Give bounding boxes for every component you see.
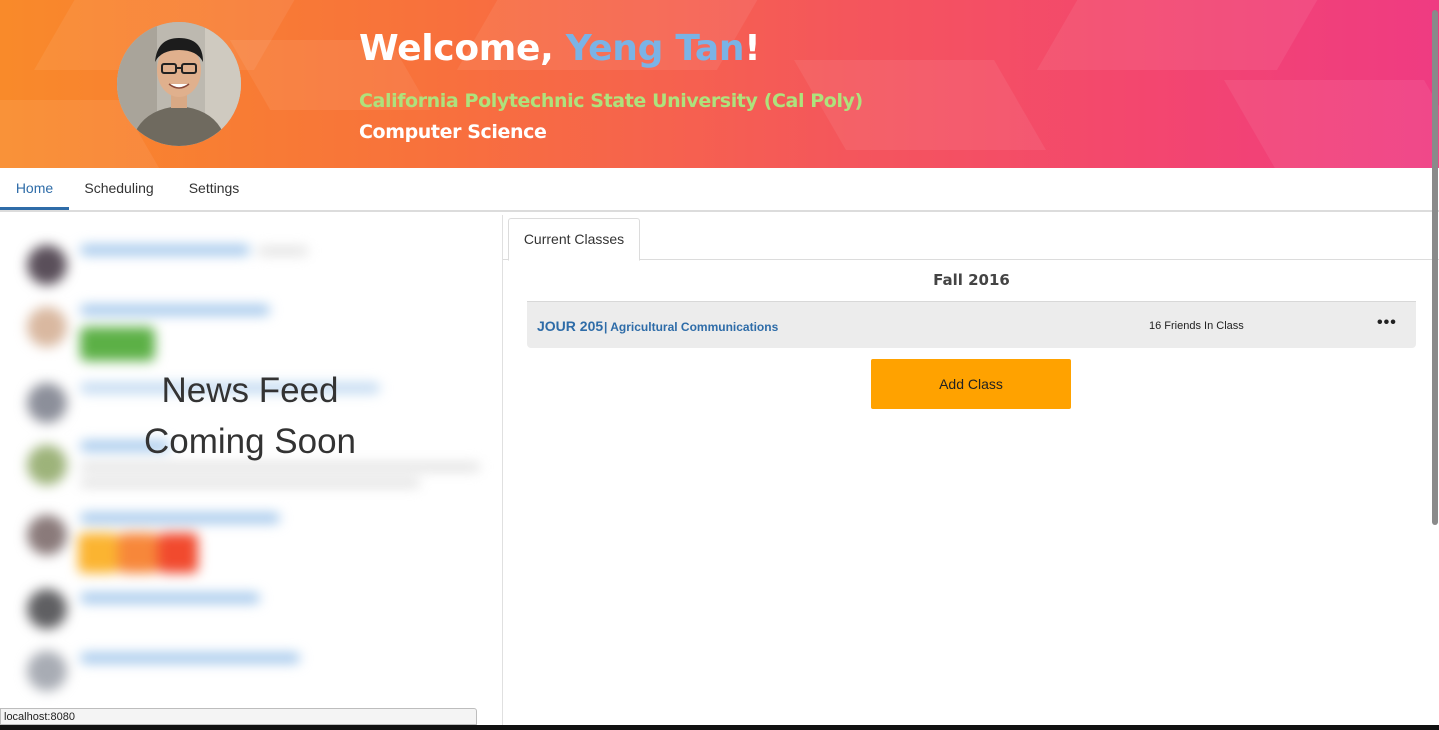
- school-name: California Polytechnic State University …: [359, 90, 863, 112]
- main-nav: Home Scheduling Settings: [0, 168, 1439, 212]
- status-url: localhost:8080: [0, 708, 477, 725]
- profile-banner: Welcome, Yeng Tan! California Polytechni…: [0, 0, 1439, 168]
- tab-current-classes[interactable]: Current Classes: [508, 218, 640, 261]
- avatar: [117, 22, 241, 146]
- page-scrollbar[interactable]: [1431, 0, 1439, 730]
- welcome-suffix: !: [744, 28, 761, 69]
- tab-scheduling[interactable]: Scheduling: [72, 168, 166, 208]
- tab-home[interactable]: Home: [0, 168, 69, 210]
- user-name: Yeng Tan: [565, 28, 745, 69]
- add-class-button[interactable]: Add Class: [871, 359, 1071, 409]
- tab-settings[interactable]: Settings: [176, 168, 252, 208]
- news-feed-panel: News Feed Coming Soon: [0, 215, 503, 730]
- class-row[interactable]: JOUR 205 | Agricultural Communications 1…: [527, 301, 1416, 348]
- friends-count: 16 Friends In Class: [1149, 320, 1244, 332]
- news-feed-title: News Feed: [161, 371, 339, 410]
- term-heading: Fall 2016: [933, 271, 1010, 289]
- major-name: Computer Science: [359, 121, 547, 143]
- tab-divider: [503, 259, 1439, 260]
- window-bottom-edge: [0, 725, 1439, 730]
- blurred-feed-preview: [0, 215, 502, 730]
- course-code[interactable]: JOUR 205: [537, 318, 603, 334]
- classes-panel: Current Classes Fall 2016 JOUR 205 | Agr…: [503, 215, 1439, 730]
- welcome-heading: Welcome, Yeng Tan!: [359, 28, 761, 69]
- news-feed-subtitle: Coming Soon: [143, 422, 357, 461]
- scroll-thumb[interactable]: [1432, 10, 1438, 525]
- welcome-prefix: Welcome,: [359, 28, 566, 69]
- course-name[interactable]: | Agricultural Communications: [604, 320, 778, 334]
- more-options-icon[interactable]: •••: [1377, 314, 1397, 332]
